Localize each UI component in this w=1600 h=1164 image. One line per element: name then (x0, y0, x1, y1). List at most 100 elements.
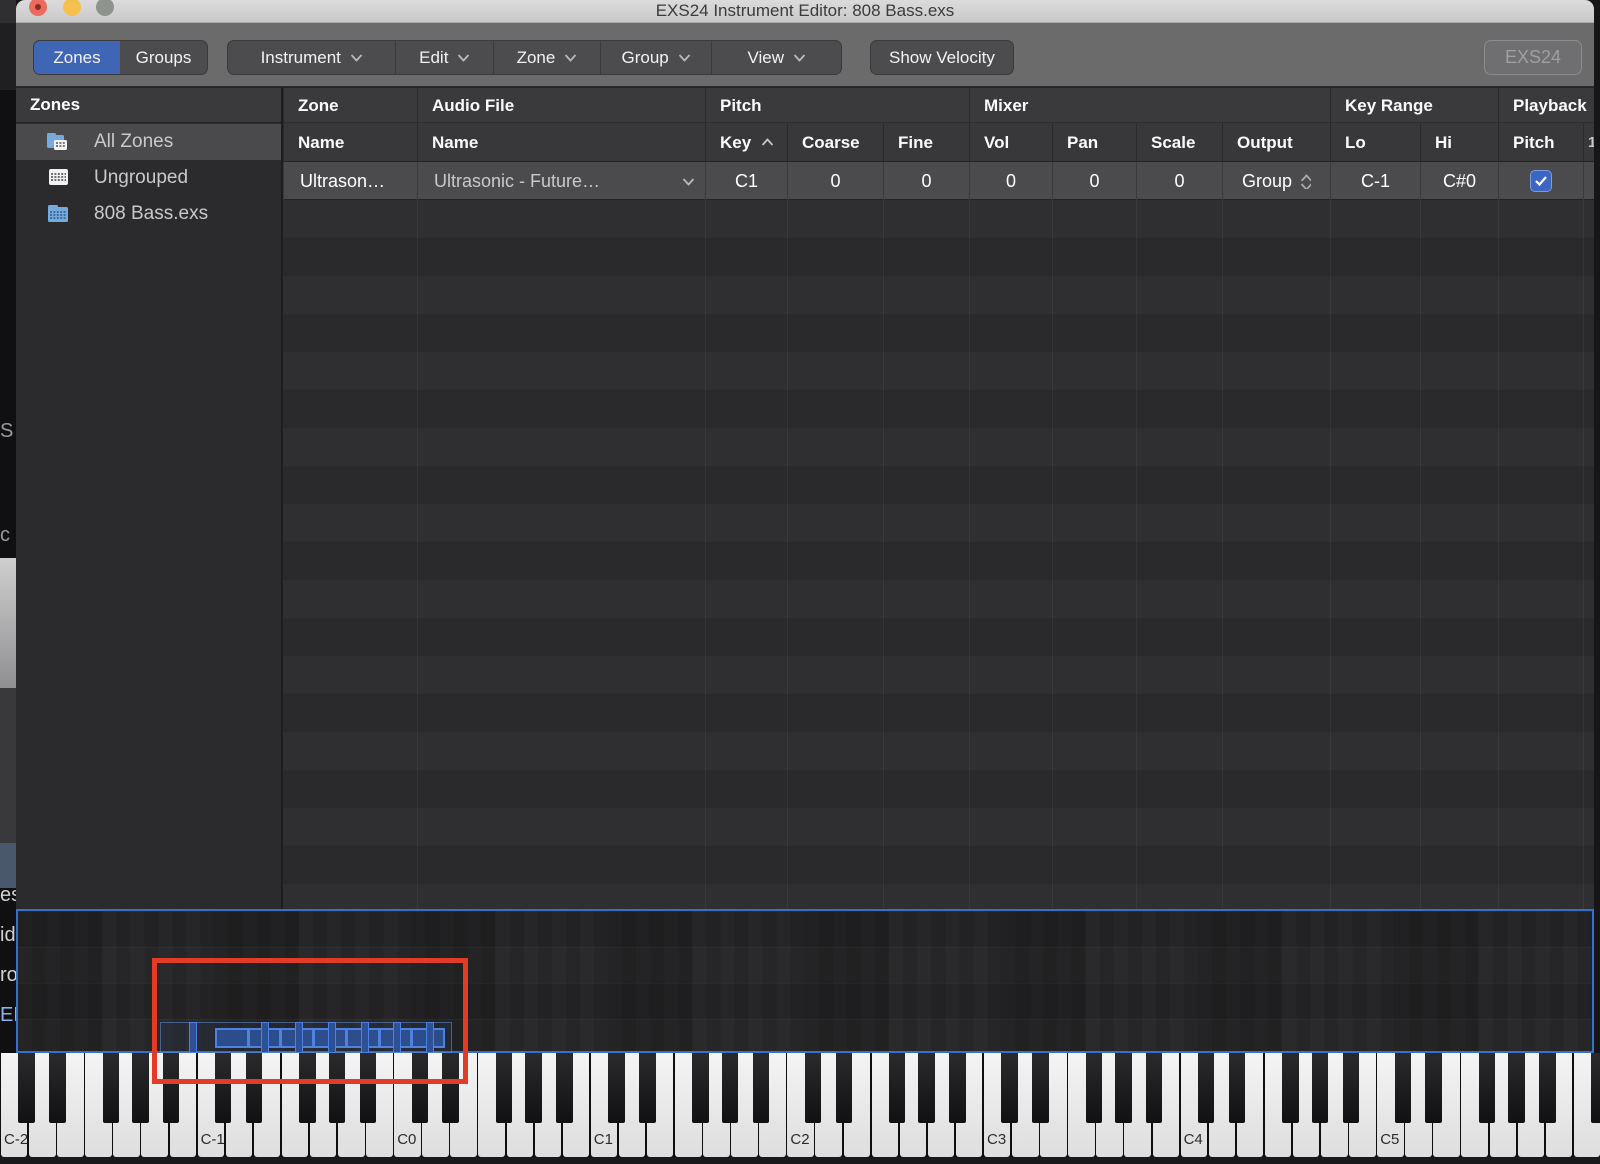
cell-vol[interactable]: 0 (969, 162, 1052, 200)
black-key[interactable] (103, 1053, 120, 1123)
black-key[interactable] (805, 1053, 822, 1123)
cell-extra (1583, 162, 1594, 200)
menu-label: Instrument (261, 48, 341, 68)
column-header-vol[interactable]: Vol (969, 123, 1052, 162)
menu-label: Edit (419, 48, 448, 68)
black-key[interactable] (1425, 1053, 1442, 1123)
toolbar: Zones Groups Instrument Edit Zone Group View… (16, 23, 1594, 87)
black-key[interactable] (132, 1053, 149, 1123)
groups-tab[interactable]: Groups (120, 41, 207, 74)
column-header-label: Key (720, 133, 751, 153)
column-header-key[interactable]: Key (705, 123, 787, 162)
folder-icon (46, 203, 72, 225)
column-header-label: Pitch (1513, 133, 1555, 153)
black-key[interactable] (1539, 1053, 1556, 1123)
background-fragment: c (0, 524, 16, 547)
background-image-fragment (0, 558, 16, 688)
menu-view[interactable]: View (711, 41, 841, 74)
sidebar-item-label: All Zones (94, 131, 173, 153)
black-key[interactable] (1229, 1053, 1246, 1123)
black-key[interactable] (1146, 1053, 1163, 1123)
chevron-up-icon (1300, 174, 1311, 181)
table-gridline (417, 200, 418, 909)
table-gridline (1052, 200, 1053, 909)
show-velocity-button[interactable]: Show Velocity (870, 40, 1014, 75)
column-header-lo[interactable]: Lo (1330, 123, 1420, 162)
cell-zone-name[interactable]: Ultrason… (283, 162, 417, 200)
column-header-pitch[interactable]: Pitch (1498, 123, 1583, 162)
table-row[interactable]: Ultrason…Ultrasonic - Future…C100000Grou… (283, 162, 1594, 200)
black-key[interactable] (889, 1053, 906, 1123)
black-key[interactable] (556, 1053, 573, 1123)
menu-group[interactable]: Group (600, 41, 712, 74)
octave-label: C0 (397, 1131, 416, 1148)
background-fragment: S (0, 420, 16, 443)
pitch-checkbox[interactable] (1530, 170, 1552, 192)
menu-label: Group (621, 48, 668, 68)
cell-key[interactable]: C1 (705, 162, 787, 200)
cell-coarse[interactable]: 0 (787, 162, 883, 200)
menu-instrument[interactable]: Instrument (228, 41, 395, 74)
black-key[interactable] (1591, 1053, 1600, 1123)
column-header-coarse[interactable]: Coarse (787, 123, 883, 162)
stepper-icon[interactable] (1300, 174, 1311, 189)
sidebar-item-808-bass-exs[interactable]: 808 Bass.exs (16, 196, 281, 232)
sidebar-item-ungrouped[interactable]: Ungrouped (16, 160, 281, 196)
column-header-pan[interactable]: Pan (1052, 123, 1136, 162)
column-header-fine[interactable]: Fine (883, 123, 969, 162)
black-key[interactable] (525, 1053, 542, 1123)
exs24-badge-button[interactable]: EXS24 (1484, 40, 1582, 75)
group-header-pitch: Pitch (705, 88, 969, 123)
cell-pitch[interactable] (1498, 162, 1583, 200)
column-header-zone-name[interactable]: Name (283, 123, 417, 162)
black-key[interactable] (1479, 1053, 1496, 1123)
column-header-scale[interactable]: Scale (1136, 123, 1222, 162)
black-key[interactable] (1312, 1053, 1329, 1123)
show-velocity-label: Show Velocity (889, 48, 995, 68)
black-key[interactable] (1086, 1053, 1103, 1123)
black-key[interactable] (949, 1053, 966, 1123)
menu-bar: Instrument Edit Zone Group View (227, 40, 842, 75)
black-key[interactable] (692, 1053, 709, 1123)
octave-label: C-1 (201, 1131, 225, 1148)
column-header-hi[interactable]: Hi (1420, 123, 1498, 162)
black-key[interactable] (753, 1053, 770, 1123)
black-key[interactable] (1001, 1053, 1018, 1123)
black-key[interactable] (639, 1053, 656, 1123)
black-key[interactable] (49, 1053, 66, 1123)
octave-label: C2 (790, 1131, 809, 1148)
black-key[interactable] (1198, 1053, 1215, 1123)
black-key[interactable] (496, 1053, 513, 1123)
black-key[interactable] (1115, 1053, 1132, 1123)
black-key[interactable] (1282, 1053, 1299, 1123)
black-key[interactable] (836, 1053, 853, 1123)
cell-fine[interactable]: 0 (883, 162, 969, 200)
menu-zone[interactable]: Zone (493, 41, 600, 74)
cell-audio-file-name[interactable]: Ultrasonic - Future… (417, 162, 705, 200)
sidebar-item-all-zones[interactable]: All Zones (16, 124, 281, 160)
menu-edit[interactable]: Edit (395, 41, 493, 74)
cell-hi[interactable]: C#0 (1420, 162, 1498, 200)
title-bar[interactable]: EXS24 Instrument Editor: 808 Bass.exs (16, 0, 1594, 23)
column-header-audio-file-name[interactable]: Name (417, 123, 705, 162)
black-key[interactable] (918, 1053, 935, 1123)
background-fragment: ro (0, 964, 16, 987)
black-key[interactable] (608, 1053, 625, 1123)
black-key[interactable] (18, 1053, 35, 1123)
cell-pan[interactable]: 0 (1052, 162, 1136, 200)
black-key[interactable] (1032, 1053, 1049, 1123)
table-gridline (1583, 200, 1584, 909)
table-body[interactable] (283, 200, 1594, 909)
black-key[interactable] (722, 1053, 739, 1123)
black-key[interactable] (1508, 1053, 1525, 1123)
black-key[interactable] (1395, 1053, 1412, 1123)
cell-output[interactable]: Group (1222, 162, 1330, 200)
octave-label: C3 (987, 1131, 1006, 1148)
table-gridline (1330, 200, 1331, 909)
cell-scale[interactable]: 0 (1136, 162, 1222, 200)
black-key[interactable] (1343, 1053, 1360, 1123)
cell-lo[interactable]: C-1 (1330, 162, 1420, 200)
screen: S c es id ro EN EXS24 Instrument Editor:… (0, 0, 1600, 1164)
column-header-output[interactable]: Output (1222, 123, 1330, 162)
zones-tab[interactable]: Zones (34, 41, 120, 74)
